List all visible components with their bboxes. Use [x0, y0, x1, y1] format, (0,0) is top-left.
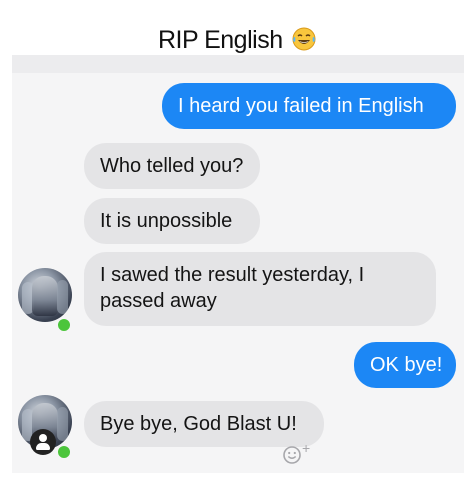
message-text: Who telled you?	[100, 155, 244, 177]
message-text: It is unpossible	[100, 210, 233, 232]
message-incoming-bubble[interactable]: It is unpossible	[84, 198, 260, 244]
message-incoming-bubble[interactable]: Bye bye, God Blast U!	[84, 401, 324, 447]
tears-of-joy-emoji-icon	[292, 27, 316, 51]
message-outgoing-bubble[interactable]: I heard you failed in English	[162, 83, 456, 129]
caption-text: RIP English	[157, 26, 283, 54]
add-reaction-icon	[283, 446, 301, 464]
reaction-plus-label: +	[302, 440, 311, 456]
message-text: OK bye!	[370, 354, 443, 376]
chat-header-strip	[12, 55, 464, 73]
message-incoming-bubble[interactable]: I sawed the result yesterday, I passed a…	[84, 252, 436, 326]
user-profile-icon	[30, 429, 56, 455]
online-status-dot	[56, 317, 72, 333]
message-text-line: passed away	[100, 290, 217, 312]
chat-thread: I heard you failed in English Who telled…	[12, 55, 464, 473]
contact-avatar[interactable]	[18, 268, 72, 322]
message-incoming-bubble[interactable]: Who telled you?	[84, 143, 260, 189]
message-text-line: I sawed the result yesterday, I	[100, 264, 365, 286]
message-text: Bye bye, God Blast U!	[100, 413, 297, 435]
add-reaction-button[interactable]: +	[282, 440, 312, 465]
message-text: I heard you failed in English	[178, 95, 424, 117]
meme-caption: RIP English	[0, 26, 474, 55]
online-status-dot	[56, 444, 72, 460]
message-outgoing-bubble[interactable]: OK bye!	[354, 342, 456, 388]
